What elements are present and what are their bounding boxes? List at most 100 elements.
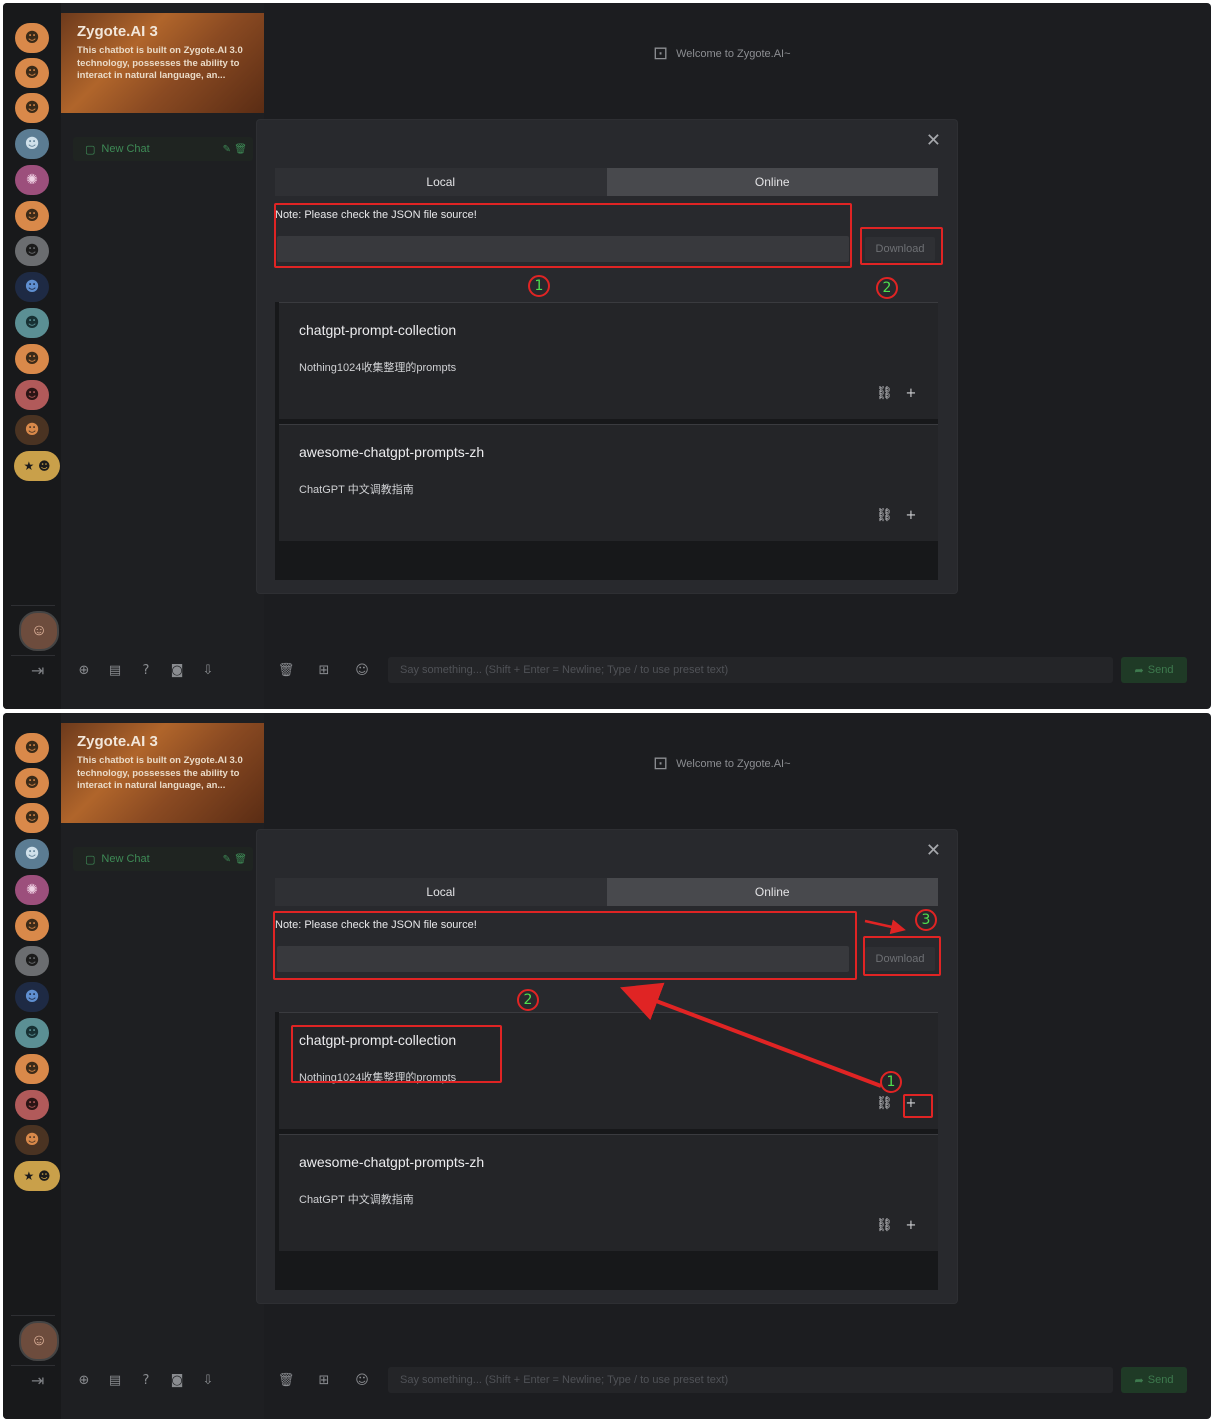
download-icon[interactable]: ⇩	[199, 1371, 217, 1389]
add-icon[interactable]: ⊕	[75, 1371, 93, 1389]
help-icon[interactable]: ?	[137, 661, 155, 679]
rail-divider	[11, 605, 55, 606]
screenshot-panel-1: ☻ ☻ ☻ ☻ ✺ ☻ ☻ ☻ ☻ ☻ ☻ ☻ ★ ☻ ☺ ⇥ Zygote.A…	[3, 3, 1211, 709]
send-button[interactable]: ➦ Send	[1121, 1367, 1187, 1393]
assistant-avatar[interactable]: ☻	[15, 415, 49, 445]
prompt-source-card: awesome-chatgpt-prompts-zh ChatGPT 中文调教指…	[279, 1134, 938, 1251]
edit-icon[interactable]: ✎	[223, 144, 231, 155]
send-button[interactable]: ➦ Send	[1121, 657, 1187, 683]
step-marker: 1	[880, 1071, 902, 1093]
assistant-avatar[interactable]: ☻	[15, 1018, 49, 1048]
add-icon[interactable]: ⊕	[75, 661, 93, 679]
assistant-avatar[interactable]: ☻	[15, 380, 49, 410]
step-marker: 2	[876, 277, 898, 299]
assistant-avatar[interactable]: ☻	[15, 236, 49, 266]
send-icon: ➦	[1134, 664, 1144, 677]
assistant-avatar[interactable]: ☻	[15, 129, 49, 159]
send-label: Send	[1147, 1374, 1174, 1386]
assistant-avatar[interactable]: ☻	[15, 272, 49, 302]
edit-icon[interactable]: ✎	[223, 854, 231, 865]
assistant-avatar[interactable]: ☻	[15, 1090, 49, 1120]
annotation-box	[863, 936, 941, 976]
user-avatar[interactable]: ☺	[19, 1321, 59, 1361]
banner-description: This chatbot is built on Zygote.AI 3.0 t…	[77, 755, 243, 791]
assistant-avatar[interactable]: ✺	[15, 875, 49, 905]
assistant-avatar[interactable]: ☻	[15, 911, 49, 941]
camera-icon[interactable]: ◙	[168, 1371, 186, 1389]
message-input[interactable]: Say something... (Shift + Enter = Newlin…	[388, 657, 1113, 683]
tab-online[interactable]: Online	[606, 878, 938, 906]
annotation-box	[273, 911, 857, 980]
plus-icon[interactable]: +	[904, 1218, 918, 1233]
link-icon[interactable]: ⛓	[876, 1096, 893, 1111]
document-icon[interactable]: ▤	[106, 1371, 124, 1389]
assistant-avatar[interactable]: ☻	[15, 733, 49, 763]
online-prompt-list: chatgpt-prompt-collection Nothing1024收集整…	[275, 302, 938, 580]
close-icon[interactable]: ✕	[926, 130, 941, 151]
assistant-avatar[interactable]: ✺	[15, 165, 49, 195]
assistant-avatar[interactable]: ☻	[15, 58, 49, 88]
assistant-avatar[interactable]: ☻	[15, 1054, 49, 1084]
robot-icon: ⊡	[653, 43, 669, 64]
assistant-avatar[interactable]: ☻	[15, 768, 49, 798]
banner-title: Zygote.AI 3	[77, 733, 158, 750]
camera-icon[interactable]: ◙	[168, 661, 186, 679]
prompt-icon[interactable]: ⊞	[311, 663, 337, 678]
plus-icon[interactable]: +	[904, 508, 918, 523]
assistant-avatar[interactable]: ☻	[15, 982, 49, 1012]
logout-icon[interactable]: ⇥	[31, 661, 44, 680]
assistant-avatar[interactable]: ☻	[15, 803, 49, 833]
assistant-avatar[interactable]: ☻	[15, 93, 49, 123]
chat-icon: ▢	[85, 852, 96, 866]
tab-local[interactable]: Local	[275, 168, 607, 196]
document-icon[interactable]: ▤	[106, 661, 124, 679]
assistant-avatar[interactable]: ☻	[15, 344, 49, 374]
trash-icon[interactable]: 🗑	[234, 854, 247, 865]
tab-online[interactable]: Online	[606, 168, 938, 196]
welcome-header: ⊡ Welcome to Zygote.AI~	[653, 43, 791, 64]
trash-icon[interactable]: 🗑	[273, 1373, 299, 1388]
chat-icon[interactable]: ☺	[349, 1373, 375, 1388]
step-marker: 2	[517, 989, 539, 1011]
help-icon[interactable]: ?	[137, 1371, 155, 1389]
source-tabs: Local Online	[275, 168, 938, 196]
favorite-assistant-avatar[interactable]: ★ ☻	[14, 451, 60, 481]
assistant-avatar[interactable]: ☻	[15, 839, 49, 869]
assistant-avatar[interactable]: ☻	[15, 1125, 49, 1155]
close-icon[interactable]: ✕	[926, 840, 941, 861]
card-actions: ⛓ +	[876, 386, 918, 401]
link-icon[interactable]: ⛓	[876, 508, 893, 523]
trash-icon[interactable]: 🗑	[234, 144, 247, 155]
logout-icon[interactable]: ⇥	[31, 1371, 44, 1390]
prompt-source-desc: ChatGPT 中文调教指南	[299, 1194, 414, 1206]
send-label: Send	[1147, 664, 1174, 676]
plus-icon[interactable]: +	[904, 386, 918, 401]
rail-divider	[11, 1365, 55, 1366]
chat-list-item[interactable]: ▢ New Chat ✎ 🗑	[73, 847, 253, 871]
annotation-box	[274, 203, 852, 268]
sidebar-toolbar: ⊕ ▤ ? ◙ ⇩	[75, 1371, 217, 1389]
input-bar: 🗑 ⊞ ☺ Say something... (Shift + Enter = …	[273, 655, 1201, 685]
robot-icon: ⊡	[653, 753, 669, 774]
chat-icon: ▢	[85, 142, 96, 156]
prompt-source-desc: Nothing1024收集整理的prompts	[299, 362, 457, 374]
step-marker: 1	[528, 275, 550, 297]
banner-description: This chatbot is built on Zygote.AI 3.0 t…	[77, 45, 243, 81]
tab-local[interactable]: Local	[275, 878, 607, 906]
assistant-avatar[interactable]: ☻	[15, 946, 49, 976]
message-input[interactable]: Say something... (Shift + Enter = Newlin…	[388, 1367, 1113, 1393]
trash-icon[interactable]: 🗑	[273, 663, 299, 678]
prompt-icon[interactable]: ⊞	[311, 1373, 337, 1388]
link-icon[interactable]: ⛓	[876, 386, 893, 401]
assistant-avatar[interactable]: ☻	[15, 308, 49, 338]
chat-list-item[interactable]: ▢ New Chat ✎ 🗑	[73, 137, 253, 161]
assistant-avatar[interactable]: ☻	[15, 23, 49, 53]
card-actions: ⛓ +	[876, 508, 918, 523]
download-icon[interactable]: ⇩	[199, 661, 217, 679]
link-icon[interactable]: ⛓	[876, 1218, 893, 1233]
user-avatar[interactable]: ☺	[19, 611, 59, 651]
prompt-source-card: chatgpt-prompt-collection Nothing1024收集整…	[279, 302, 938, 419]
favorite-assistant-avatar[interactable]: ★ ☻	[14, 1161, 60, 1191]
chat-icon[interactable]: ☺	[349, 663, 375, 678]
assistant-avatar[interactable]: ☻	[15, 201, 49, 231]
